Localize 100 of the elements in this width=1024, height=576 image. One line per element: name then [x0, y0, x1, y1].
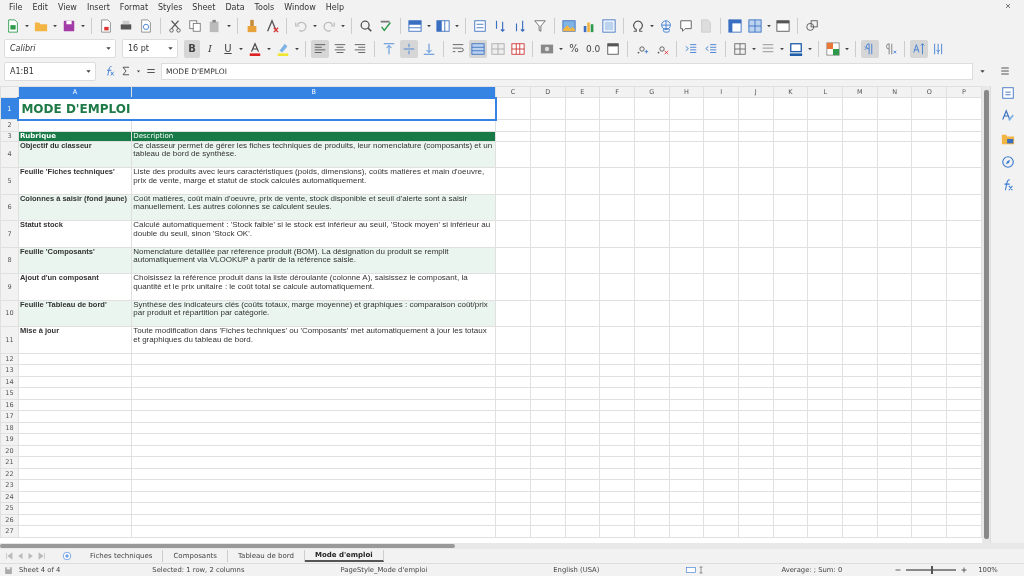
caret-icon[interactable] — [807, 45, 814, 52]
paintbrush-icon[interactable] — [245, 18, 259, 33]
gallery-icon[interactable] — [1000, 132, 1015, 146]
bold-button[interactable]: B — [184, 39, 200, 58]
font-color-icon[interactable] — [248, 41, 262, 56]
align-top-icon[interactable] — [382, 41, 396, 56]
image-icon[interactable] — [562, 18, 576, 33]
caret-icon[interactable] — [340, 22, 346, 29]
menu-item[interactable]: Help — [320, 2, 350, 12]
paragraph-icon[interactable] — [883, 41, 898, 56]
align-left-icon[interactable] — [313, 41, 327, 56]
merge-cells-icon[interactable] — [471, 41, 485, 56]
sort-descending-icon[interactable] — [513, 18, 527, 33]
border-color-icon[interactable] — [789, 41, 804, 56]
align-center-icon[interactable] — [333, 41, 347, 56]
menu-item[interactable]: Data — [220, 2, 250, 12]
caret-icon[interactable] — [649, 22, 655, 29]
new-spreadsheet-icon[interactable] — [6, 18, 20, 33]
pivot-table-icon[interactable] — [602, 18, 616, 33]
funnel-icon[interactable] — [533, 18, 547, 33]
caret-icon[interactable] — [52, 22, 58, 29]
caret-icon[interactable] — [294, 45, 300, 52]
menu-icon[interactable] — [999, 65, 1011, 77]
caret-icon[interactable] — [312, 22, 318, 29]
selection-mode-icon[interactable] — [685, 565, 698, 575]
table-cell[interactable]: Toute modification dans 'Fiches techniques' ou 'Composants' met automatiquement à jour les totaux et graphiques du tableau de bord. — [131, 326, 496, 353]
caret-icon[interactable] — [226, 22, 232, 29]
printer-icon[interactable] — [119, 18, 133, 33]
menu-item[interactable]: Tools — [249, 2, 280, 12]
table-cell[interactable]: Liste des produits avec leurs caractéristiques (poids, dimensions), coûts matières et main d'oeuvre, prix de vente, marge et statut de stock calculés automatiquement. — [131, 167, 496, 194]
caret-icon[interactable] — [979, 67, 986, 75]
rows-icon[interactable] — [408, 18, 422, 33]
zoom-out-icon[interactable] — [894, 566, 903, 574]
pdf-export-icon[interactable] — [99, 18, 113, 33]
table-cell[interactable]: Synthèse des indicateurs clés (coûts totaux, marge moyenne) et graphiques : comparaison coût/prix par produit et répartition par catégorie. — [131, 300, 496, 327]
clear-formatting-icon[interactable] — [265, 18, 279, 33]
align-right-icon[interactable] — [353, 41, 367, 56]
menu-item[interactable]: Window — [279, 2, 321, 12]
caret-icon[interactable] — [426, 22, 432, 29]
caret-icon[interactable] — [454, 22, 460, 29]
scrollbar-thumb[interactable] — [983, 90, 989, 539]
caret-icon[interactable] — [85, 67, 92, 75]
properties-icon[interactable] — [1000, 86, 1015, 100]
close-icon[interactable] — [1004, 2, 1012, 10]
columns-icon[interactable] — [436, 18, 450, 33]
find-replace-icon[interactable] — [359, 18, 373, 33]
conditional-format-icon[interactable] — [826, 41, 841, 56]
menu-item[interactable]: View — [52, 2, 82, 12]
title-cell[interactable]: MODE D'EMPLOI — [18, 97, 496, 120]
navigator-icon[interactable] — [1000, 155, 1015, 169]
table-cell[interactable]: Nomenclature détaillée par référence produit (BOM). La désignation du produit se remplit automatiquement via VLOOKUP à partir de la référence saisie. — [131, 247, 496, 274]
sort-icon[interactable] — [473, 18, 487, 33]
outdent-icon[interactable] — [704, 41, 719, 56]
caret-icon[interactable] — [266, 45, 272, 52]
window-icon[interactable] — [776, 18, 790, 33]
menu-item[interactable]: Edit — [27, 2, 53, 12]
sort-ascending-icon[interactable] — [493, 18, 507, 33]
caret-icon[interactable] — [24, 22, 30, 29]
scrollbar-thumb[interactable] — [0, 544, 455, 548]
number-format-button[interactable]: 0.0 — [584, 39, 603, 58]
table-cell[interactable]: Calculé automatiquement : 'Stock faible' si le stock est inférieur au seuil, 'Stock moyen' si inférieur au double du seuil, sinon 'Stock OK'. — [131, 220, 496, 247]
caret-icon[interactable] — [558, 45, 564, 52]
caret-icon[interactable] — [167, 45, 174, 52]
zoom-slider-thumb[interactable] — [931, 566, 934, 574]
copy-icon[interactable] — [188, 18, 202, 33]
add-sheet-icon[interactable] — [62, 551, 72, 561]
table-cell[interactable]: Ce classeur permet de gérer les fiches techniques de produits, leur nomenclature (composants) et un tableau de bord de synthèse. — [131, 141, 496, 168]
caret-icon[interactable] — [779, 45, 786, 52]
menu-item[interactable]: File — [4, 2, 28, 12]
caret-icon[interactable] — [238, 45, 244, 52]
menu-item[interactable]: Styles — [153, 2, 188, 12]
scissors-icon[interactable] — [168, 18, 182, 33]
menu-item[interactable]: Sheet — [187, 2, 221, 12]
table-cell[interactable]: Choisissez la référence produit dans la liste déroulante (colonne A), saisissez le composant, la quantité et le prix unitaire : le coût total se calcule automatiquement. — [131, 273, 496, 300]
save-icon[interactable] — [62, 18, 76, 33]
name-box[interactable]: A1:B1 — [4, 61, 96, 81]
menu-item[interactable]: Format — [114, 2, 154, 12]
caret-icon[interactable] — [844, 45, 851, 52]
comment-icon[interactable] — [679, 18, 693, 33]
unmerge-cells-icon[interactable] — [491, 41, 505, 56]
text-cursor-icon[interactable] — [697, 565, 706, 575]
italic-button[interactable]: I — [202, 39, 218, 58]
shapes-icon[interactable] — [805, 18, 819, 33]
font-name-field[interactable]: Calibri — [4, 39, 116, 58]
calendar-icon[interactable] — [606, 41, 621, 56]
spellcheck-icon[interactable] — [379, 18, 393, 33]
caret-icon[interactable] — [766, 22, 772, 29]
caret-icon[interactable] — [80, 22, 86, 29]
styles-icon[interactable] — [1000, 109, 1015, 123]
caret-icon[interactable] — [751, 45, 758, 52]
indent-icon[interactable] — [684, 41, 699, 56]
table-grid-icon[interactable] — [511, 41, 525, 56]
function-wizard-icon[interactable] — [104, 65, 116, 77]
caret-icon[interactable] — [105, 45, 112, 52]
sum-icon[interactable] — [120, 65, 132, 77]
freeze-panes-icon[interactable] — [728, 18, 742, 33]
percent-button[interactable]: % — [566, 39, 582, 58]
underline-button[interactable]: U — [220, 39, 236, 58]
align-bottom-icon[interactable] — [422, 41, 436, 56]
vertical-text-icon[interactable] — [912, 41, 927, 56]
